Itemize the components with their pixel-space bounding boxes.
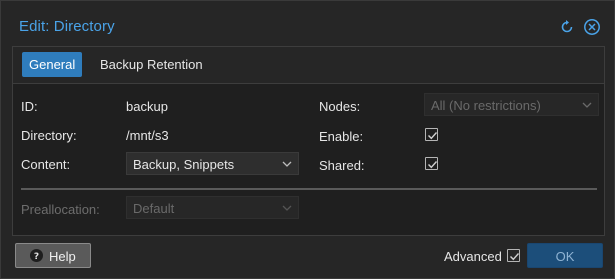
check-icon — [428, 161, 438, 169]
nodes-label: Nodes: — [319, 99, 361, 114]
id-value: backup — [126, 99, 168, 114]
chevron-down-icon — [582, 102, 592, 108]
enable-label: Enable: — [319, 129, 364, 144]
preallocation-label: Preallocation: — [21, 202, 100, 217]
directory-label: Directory: — [21, 128, 77, 143]
section-divider — [21, 188, 597, 190]
content-label: Content: — [21, 157, 71, 172]
edit-directory-dialog: Edit: Directory General Backup Retention… — [0, 0, 615, 279]
help-button-label: Help — [49, 249, 76, 264]
advanced-checkbox[interactable] — [507, 249, 520, 262]
ok-button-label: OK — [555, 249, 575, 264]
chevron-down-icon — [282, 161, 292, 167]
tab-general[interactable]: General — [22, 52, 83, 77]
tab-panel: General Backup Retention ID: backup Dire… — [12, 46, 605, 236]
check-icon — [428, 132, 438, 140]
shared-label: Shared: — [319, 158, 365, 173]
preallocation-select[interactable]: Default — [126, 196, 299, 219]
advanced-label: Advanced — [444, 249, 502, 264]
ok-button[interactable]: OK — [527, 243, 603, 268]
check-icon — [510, 253, 520, 261]
titlebar[interactable]: Edit: Directory — [1, 1, 614, 43]
content-select[interactable]: Backup, Snippets — [126, 152, 299, 175]
nodes-select-value: All (No restrictions) — [431, 98, 541, 113]
question-circle-icon: ? — [30, 249, 43, 262]
content-select-value: Backup, Snippets — [133, 157, 235, 172]
nodes-select[interactable]: All (No restrictions) — [424, 93, 599, 116]
id-label: ID: — [21, 99, 38, 114]
tab-backup-retention[interactable]: Backup Retention — [93, 52, 210, 77]
preallocation-select-value: Default — [133, 201, 175, 216]
close-icon[interactable] — [583, 18, 601, 36]
enable-checkbox[interactable] — [425, 128, 438, 141]
shared-checkbox[interactable] — [425, 157, 438, 170]
reset-icon[interactable] — [558, 18, 576, 36]
chevron-down-icon — [282, 205, 292, 211]
dialog-title: Edit: Directory — [19, 18, 115, 35]
help-button[interactable]: ? Help — [15, 243, 91, 268]
tab-bar: General Backup Retention — [13, 47, 604, 84]
directory-value: /mnt/s3 — [126, 128, 169, 143]
svg-text:?: ? — [34, 252, 39, 262]
